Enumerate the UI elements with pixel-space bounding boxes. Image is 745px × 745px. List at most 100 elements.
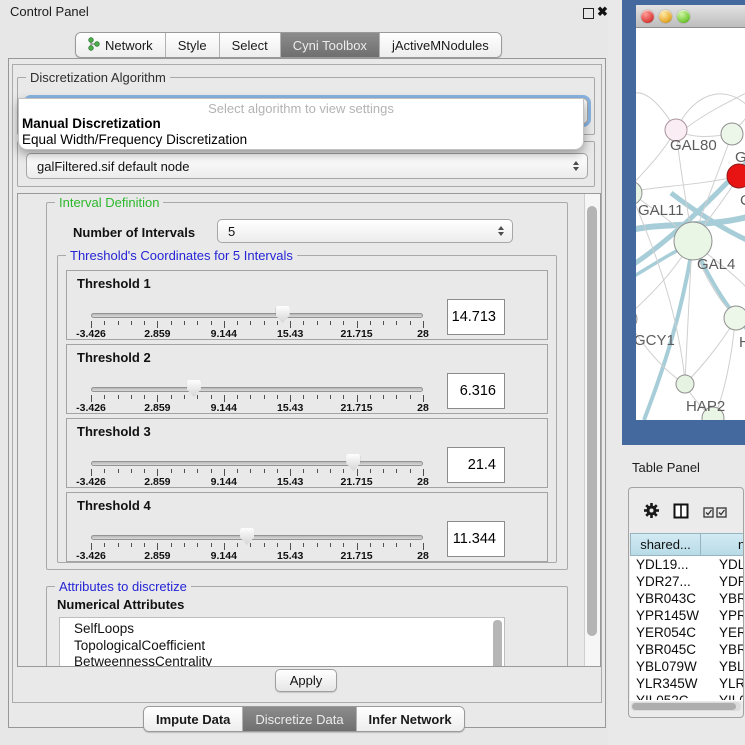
vertical-scrollbar[interactable] [584, 194, 600, 666]
node-top-right[interactable] [721, 123, 743, 145]
tab-impute-data[interactable]: Impute Data [144, 707, 242, 731]
table-cell[interactable]: YBR043C [630, 590, 701, 607]
tab-jactivemnodules[interactable]: jActiveMNodules [379, 33, 501, 57]
tick-label: 9.144 [211, 328, 237, 340]
minimize-traffic-icon[interactable] [659, 10, 672, 23]
tab-infer-network[interactable]: Infer Network [356, 707, 464, 731]
table-cell[interactable]: YBL079W [630, 658, 701, 675]
tab-style[interactable]: Style [165, 33, 219, 57]
list-scrollbar[interactable] [493, 620, 502, 667]
scrollbar-thumb[interactable] [587, 206, 597, 636]
table-cell[interactable]: YDL1 [701, 556, 744, 573]
threshold-value-field[interactable]: 11.344 [447, 521, 505, 557]
tick-mark [303, 469, 304, 473]
tab-network[interactable]: Network [76, 33, 165, 57]
discretize-tab-content: Discretization Algorithm Select algorith… [12, 64, 602, 703]
network-inner-window: GAL80 GA C GAL11 GAL4 GCY1 H HAP2 [636, 5, 745, 420]
table-row[interactable]: YDL19...YDL1 [630, 556, 744, 573]
combobox-value: 5 [228, 224, 235, 239]
table-row[interactable]: YBL079WYBL0 [630, 658, 744, 675]
table-cell[interactable]: YPR145W [630, 607, 701, 624]
checkbox-checked-icon[interactable] [716, 505, 727, 523]
interval-definition-group: Interval Definition Number of Intervals … [46, 202, 568, 570]
node-gal4[interactable] [674, 222, 712, 260]
tick-mark [91, 321, 92, 328]
gear-icon[interactable] [643, 502, 660, 524]
tick-label: 21.715 [341, 402, 373, 414]
network-window-titlebar[interactable] [636, 5, 745, 28]
num-intervals-combobox[interactable]: 5 [217, 219, 513, 243]
table-cell[interactable]: YDR27... [630, 573, 701, 590]
threshold-value-field[interactable]: 14.713 [447, 299, 505, 335]
tab-label: Network [105, 38, 153, 53]
table-cell[interactable]: YER054C [630, 624, 701, 641]
horizontal-scrollbar[interactable] [631, 702, 741, 711]
node-gcy1[interactable] [636, 309, 637, 329]
tick-mark [383, 321, 384, 325]
dropdown-item-manual[interactable]: Manual Discretization [19, 116, 583, 132]
tab-select[interactable]: Select [219, 33, 280, 57]
table-row[interactable]: YPR145WYPR1 [630, 607, 744, 624]
table-row[interactable]: YDR27...YDR2 [630, 573, 744, 590]
node-hap2[interactable] [676, 375, 694, 393]
numerical-attributes-list[interactable]: SelfLoops TopologicalCoefficient Between… [59, 617, 505, 667]
column-header-shared-name[interactable]: shared... [630, 533, 701, 556]
scrollbar-thumb[interactable] [632, 703, 736, 710]
checkbox-checked-icon[interactable] [703, 505, 714, 523]
cyni-bottom-tabs: Impute Data Discretize Data Infer Networ… [143, 706, 465, 732]
split-columns-icon[interactable] [673, 503, 689, 524]
table-cell[interactable]: YBR045C [630, 641, 701, 658]
list-item[interactable]: SelfLoops [60, 618, 504, 638]
table-cell[interactable]: YBL0 [701, 658, 744, 675]
tick-mark [197, 395, 198, 399]
table-panel-toolbar [629, 488, 743, 533]
threshold-value-field[interactable]: 6.316 [447, 373, 505, 409]
tick-mark [423, 395, 424, 402]
close-traffic-icon[interactable] [641, 10, 654, 23]
table-cell[interactable]: YDL19... [630, 556, 701, 573]
table-cell[interactable]: YER0 [701, 624, 744, 641]
apply-button[interactable]: Apply [275, 669, 337, 692]
close-icon[interactable]: ✖ [597, 4, 608, 20]
network-view-window[interactable]: GAL80 GA C GAL11 GAL4 GCY1 H HAP2 [622, 0, 745, 445]
threshold-slider[interactable]: -3.4262.8599.14415.4321.71528 [91, 345, 423, 415]
table-cell[interactable]: YLR3 [701, 675, 744, 692]
table-cell[interactable]: YIL052C [630, 692, 701, 700]
slider-track[interactable] [91, 461, 423, 466]
table-row[interactable]: YIL052CYIL0 [630, 692, 744, 700]
table-cell[interactable]: YDR2 [701, 573, 744, 590]
tab-discretize-data[interactable]: Discretize Data [242, 707, 355, 731]
dropdown-item-equal-width[interactable]: Equal Width/Frequency Discretization [19, 132, 583, 148]
table-row[interactable]: YBR045CYBR0 [630, 641, 744, 658]
table-row[interactable]: YLR345WYLR3 [630, 675, 744, 692]
list-item[interactable]: BetweennessCentrality [60, 654, 504, 667]
table-row[interactable]: YER054CYER0 [630, 624, 744, 641]
threshold-slider[interactable]: -3.4262.8599.14415.4321.71528 [91, 419, 423, 489]
table-data-combobox[interactable]: galFiltered.sif default node [26, 153, 588, 179]
table-cell[interactable]: YLR345W [630, 675, 701, 692]
threshold-value-field[interactable]: 21.4 [447, 447, 505, 483]
tick-mark [383, 395, 384, 399]
node-right-mid[interactable] [724, 306, 745, 330]
network-canvas[interactable]: GAL80 GA C GAL11 GAL4 GCY1 H HAP2 [636, 28, 745, 420]
table-cell[interactable]: YBR0 [701, 590, 744, 607]
slider-track[interactable] [91, 387, 423, 392]
tick-mark [410, 395, 411, 399]
slider-track[interactable] [91, 313, 423, 318]
list-item[interactable]: TopologicalCoefficient [60, 638, 504, 655]
tab-cyni-toolbox[interactable]: Cyni Toolbox [280, 33, 379, 57]
column-header-name[interactable]: n [701, 533, 744, 556]
slider-track[interactable] [91, 535, 423, 540]
node-red-selected[interactable] [727, 164, 745, 188]
tick-mark [410, 543, 411, 547]
zoom-traffic-icon[interactable] [677, 10, 690, 23]
table-cell[interactable]: YIL0 [701, 692, 744, 700]
panel-title: Control Panel [10, 4, 89, 19]
node-table-body: YDL19...YDL1YDR27...YDR2YBR043CYBR0YPR14… [630, 556, 744, 700]
table-cell[interactable]: YBR0 [701, 641, 744, 658]
table-row[interactable]: YBR043CYBR0 [630, 590, 744, 607]
threshold-slider[interactable]: -3.4262.8599.14415.4321.71528 [91, 493, 423, 563]
table-cell[interactable]: YPR1 [701, 607, 744, 624]
float-window-icon[interactable] [583, 8, 594, 19]
threshold-slider[interactable]: -3.4262.8599.14415.4321.71528 [91, 271, 423, 341]
